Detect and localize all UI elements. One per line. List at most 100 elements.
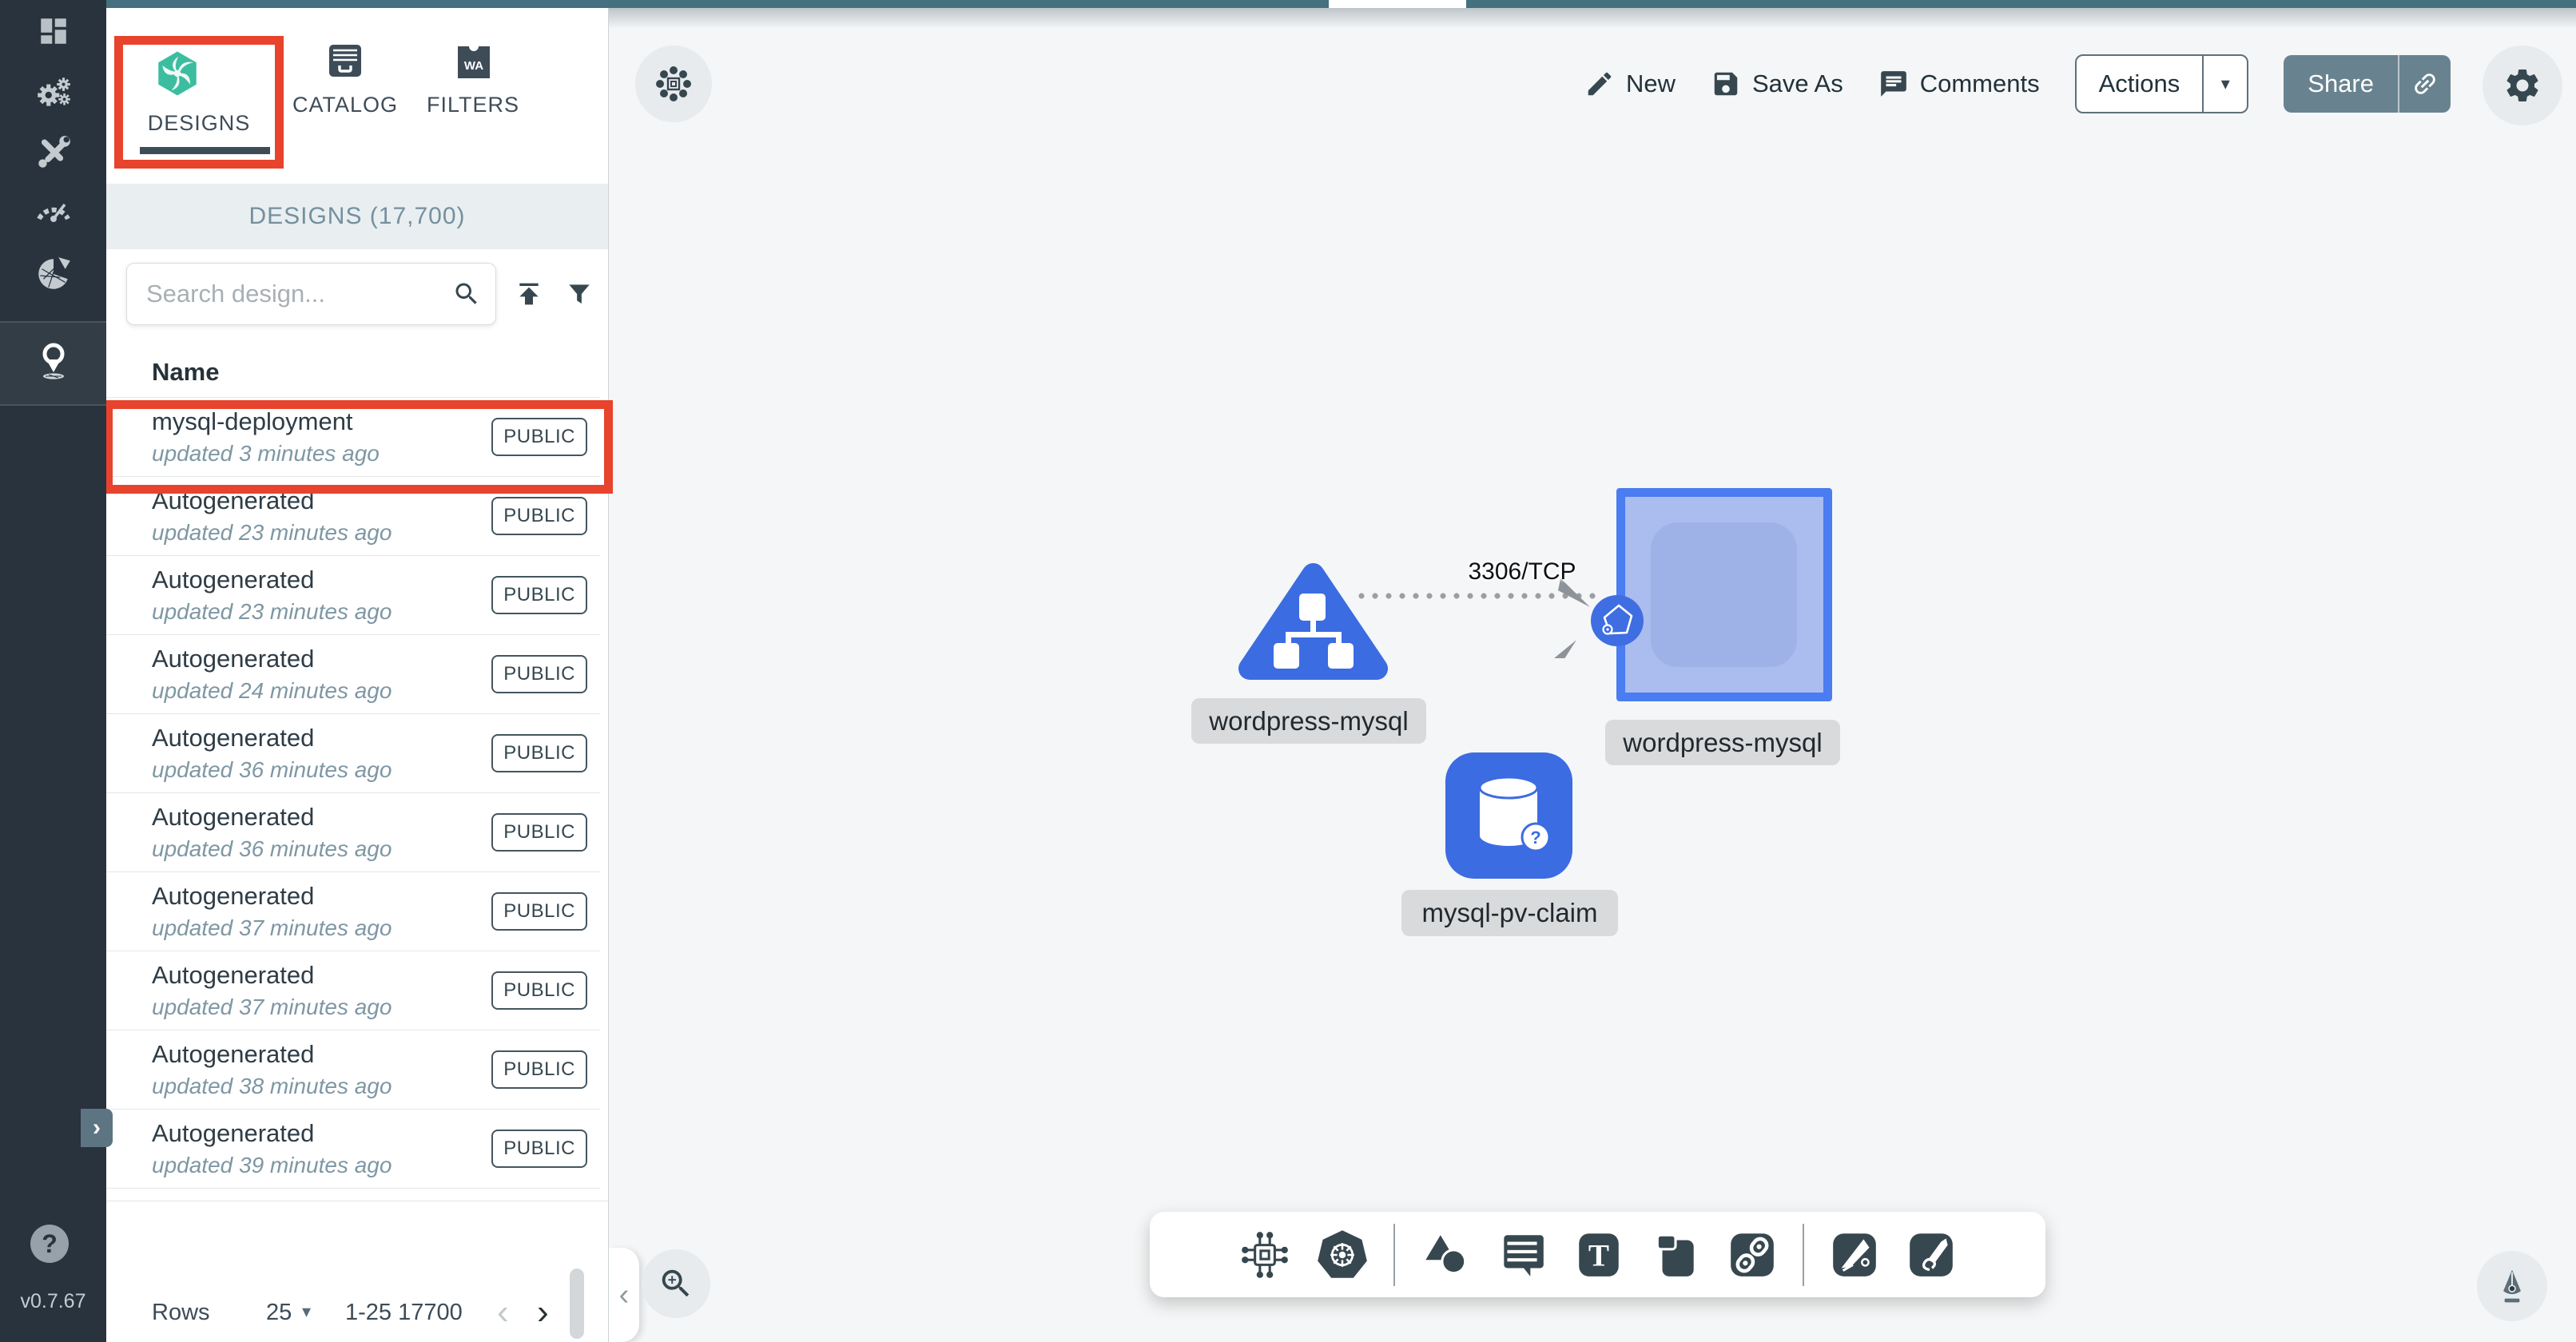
scalpel-tool-button[interactable] (1828, 1229, 1881, 1281)
sidebar-item-dashboard[interactable] (0, 14, 106, 48)
visibility-badge: PUBLIC (491, 1130, 587, 1168)
share-split-button[interactable]: Share (2284, 55, 2451, 113)
interface-pentagon-badge[interactable] (1590, 594, 1644, 647)
visibility-badge: PUBLIC (491, 418, 587, 456)
search-input[interactable] (146, 280, 452, 308)
link-tool-button[interactable] (1726, 1229, 1779, 1281)
tab-designs-label[interactable]: DESIGNS (123, 111, 275, 136)
svg-text:T: T (1588, 1238, 1608, 1273)
design-name: Autogenerated (152, 803, 392, 832)
sidebar-item-kanvas[interactable] (0, 323, 106, 404)
edge-port-label: 3306/TCP (1462, 558, 1582, 586)
designs-list: mysql-deployment updated 3 minutes ago P… (106, 397, 600, 1189)
tab-designs[interactable] (153, 50, 201, 97)
import-design-button[interactable] (513, 278, 545, 310)
canvas-settings-button[interactable] (2483, 46, 2562, 125)
sidebar-expand-button[interactable]: › (81, 1109, 113, 1147)
copy-link-button[interactable] (2399, 55, 2451, 113)
list-scrollbar[interactable] (570, 1269, 584, 1339)
design-updated: updated 36 minutes ago (152, 836, 392, 862)
components-tool-button[interactable] (1238, 1229, 1291, 1281)
node-label-pvc[interactable]: mysql-pv-claim (1401, 890, 1618, 936)
node-pvc-mysql-pv-claim[interactable]: ? (1445, 752, 1572, 879)
list-item[interactable]: Autogenerated updated 36 minutes ago PUB… (106, 714, 600, 793)
dock-divider (1393, 1224, 1395, 1286)
node-deployment-wordpress-mysql[interactable] (1616, 488, 1832, 701)
prev-page-button[interactable]: ‹ (497, 1292, 509, 1332)
tab-catalog[interactable] (326, 43, 364, 80)
design-name: Autogenerated (152, 566, 392, 594)
visibility-badge: PUBLIC (491, 1050, 587, 1089)
service-edge[interactable] (1357, 591, 1596, 601)
gears-icon (34, 73, 74, 113)
list-item[interactable]: Autogenerated updated 24 minutes ago PUB… (106, 635, 600, 714)
sidebar-item-extensions[interactable] (0, 254, 106, 294)
app-version: v0.7.67 (0, 1290, 106, 1313)
shapes-tool-button[interactable] (1419, 1229, 1472, 1281)
kubernetes-service-icon (1236, 562, 1390, 681)
actions-label[interactable]: Actions (2077, 56, 2203, 112)
sidebar-item-performance[interactable] (0, 190, 106, 227)
filter-list-button[interactable] (564, 280, 594, 310)
environment-selector-button[interactable] (635, 46, 712, 122)
design-updated: updated 23 minutes ago (152, 599, 392, 625)
tab-filters-label[interactable]: FILTERS (421, 93, 525, 117)
tools-icon (34, 133, 74, 173)
node-service-wordpress-mysql[interactable] (1236, 562, 1390, 681)
tab-designs-underline (140, 147, 270, 154)
sidebar-item-configuration[interactable] (0, 133, 106, 173)
comment-icon (1878, 69, 1909, 99)
visibility-badge: PUBLIC (491, 892, 587, 931)
canvas-tools-dock: T (1150, 1212, 2045, 1297)
actions-caret-icon[interactable]: ▾ (2204, 56, 2247, 112)
help-button[interactable]: ? (30, 1225, 69, 1263)
zoom-in-button[interactable] (642, 1249, 710, 1318)
list-item[interactable]: Autogenerated updated 36 minutes ago PUB… (106, 793, 600, 872)
column-header-name[interactable]: Name (152, 358, 219, 387)
save-as-label: Save As (1752, 69, 1843, 98)
list-item[interactable]: Autogenerated updated 38 minutes ago PUB… (106, 1030, 600, 1110)
design-search[interactable] (126, 263, 496, 325)
pen-mode-button[interactable] (2477, 1251, 2547, 1321)
next-page-button[interactable]: › (537, 1292, 549, 1332)
share-label[interactable]: Share (2284, 55, 2398, 113)
list-item[interactable]: Autogenerated updated 23 minutes ago PUB… (106, 477, 600, 556)
rows-per-page-select[interactable]: 25 (266, 1300, 292, 1326)
list-item[interactable]: mysql-deployment updated 3 minutes ago P… (106, 398, 600, 477)
search-icon (452, 280, 481, 308)
comments-button[interactable]: Comments (1878, 69, 2040, 99)
deployment-inner-shape (1651, 522, 1797, 667)
design-updated: updated 38 minutes ago (152, 1074, 392, 1099)
svg-text:?: ? (1530, 828, 1540, 848)
speedometer-icon (33, 190, 74, 227)
tab-filters[interactable]: WA (455, 43, 493, 81)
pencil-tool-button[interactable] (1905, 1229, 1958, 1281)
list-item[interactable]: Autogenerated updated 37 minutes ago PUB… (106, 872, 600, 951)
node-label-service[interactable]: wordpress-mysql (1191, 698, 1426, 744)
top-strip-shadow (609, 8, 2576, 29)
design-name: Autogenerated (152, 486, 392, 515)
actions-split-button[interactable]: Actions ▾ (2075, 54, 2249, 113)
design-updated: updated 39 minutes ago (152, 1153, 392, 1178)
rows-per-page-caret-icon[interactable]: ▾ (302, 1301, 311, 1322)
save-as-button[interactable]: Save As (1711, 69, 1843, 99)
gear-icon (2502, 66, 2542, 105)
list-item[interactable]: Autogenerated updated 23 minutes ago PUB… (106, 556, 600, 635)
comment-tool-button[interactable] (1496, 1229, 1548, 1281)
design-name: Autogenerated (152, 1040, 392, 1069)
dock-divider (1803, 1224, 1804, 1286)
top-dock-handle[interactable] (1329, 0, 1466, 8)
text-tool-button[interactable]: T (1572, 1229, 1625, 1281)
list-item[interactable]: Autogenerated updated 37 minutes ago PUB… (106, 951, 600, 1030)
design-updated: updated 3 minutes ago (152, 441, 380, 467)
drawer-collapse-button[interactable]: ‹ (609, 1248, 639, 1342)
tab-catalog-label[interactable]: CATALOG (292, 93, 396, 117)
rows-label: Rows (152, 1300, 210, 1326)
new-design-button[interactable]: New (1584, 69, 1676, 99)
wasm-filter-icon: WA (455, 43, 493, 81)
sidebar-item-lifecycle[interactable] (0, 73, 106, 113)
kubernetes-tool-button[interactable] (1315, 1228, 1369, 1282)
node-label-deployment[interactable]: wordpress-mysql (1605, 720, 1840, 765)
list-item[interactable]: Autogenerated updated 39 minutes ago PUB… (106, 1110, 600, 1189)
frame-tool-button[interactable] (1649, 1229, 1702, 1281)
